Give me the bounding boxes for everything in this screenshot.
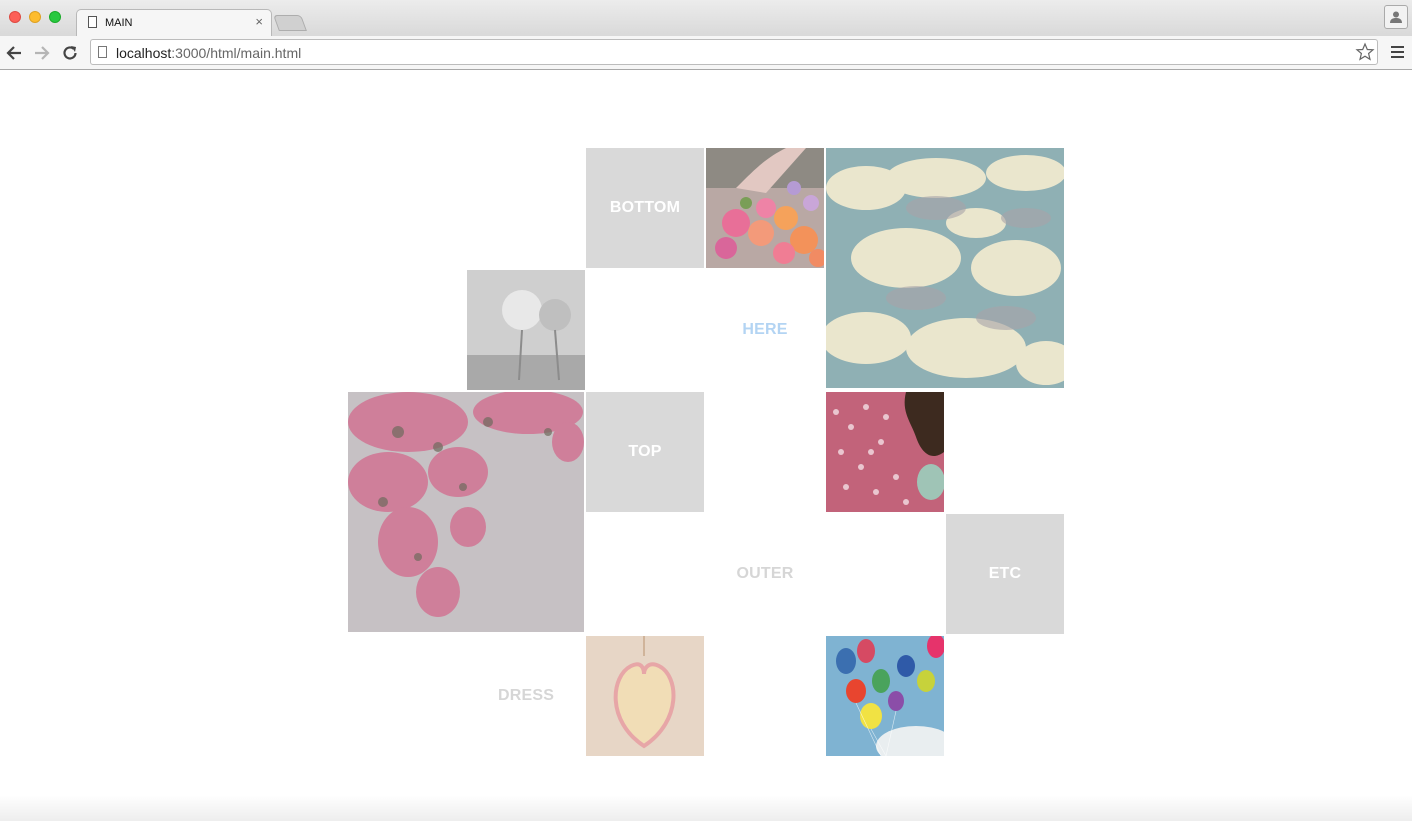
forward-arrow-icon[interactable] <box>32 43 52 63</box>
hand-with-flowers-photo <box>706 148 824 268</box>
page-icon <box>88 16 97 28</box>
tab-title: MAIN <box>105 17 133 29</box>
browser-tab[interactable]: MAIN × <box>76 9 272 36</box>
balloons-photo[interactable] <box>826 636 944 756</box>
new-tab-button[interactable] <box>273 15 307 31</box>
url-text[interactable]: localhost:3000/html/main.html <box>116 45 301 61</box>
top-label: TOP <box>628 443 662 460</box>
blossom-photo[interactable] <box>348 392 584 632</box>
browser-titlebar: MAIN × <box>0 0 1412 36</box>
window-close-button[interactable] <box>9 11 21 23</box>
menu-icon[interactable] <box>1391 46 1404 61</box>
flowers-photo[interactable] <box>706 148 824 268</box>
profile-button[interactable] <box>1384 5 1408 29</box>
dandelion-photo[interactable] <box>467 270 585 390</box>
browser-toolbar: localhost:3000/html/main.html <box>0 36 1412 70</box>
url-host: localhost <box>116 45 172 61</box>
tab-close-icon[interactable]: × <box>255 15 263 29</box>
back-arrow-icon[interactable] <box>4 43 24 63</box>
address-bar[interactable]: localhost:3000/html/main.html <box>90 39 1378 65</box>
etc-tile[interactable]: ETC <box>946 514 1064 634</box>
dress-label: DRESS <box>497 687 555 704</box>
pink-blossom-photo <box>348 392 584 632</box>
bottom-tile[interactable]: BOTTOM <box>586 148 704 268</box>
bottom-label: BOTTOM <box>609 199 681 216</box>
cookie-photo[interactable] <box>586 636 704 756</box>
window-minimize-button[interactable] <box>29 11 41 23</box>
page-icon <box>98 46 107 58</box>
person-icon <box>1390 11 1402 23</box>
clouds-photo[interactable] <box>826 148 1064 388</box>
balloons-sky-photo <box>826 636 944 756</box>
window-bottom-shadow <box>0 795 1412 821</box>
dress-tile[interactable]: DRESS <box>467 636 585 756</box>
here-tile[interactable]: HERE <box>706 270 824 390</box>
heart-cookie-photo <box>586 636 704 756</box>
etc-label: ETC <box>988 565 1022 582</box>
bookmark-star-icon[interactable] <box>1355 42 1375 62</box>
here-label: HERE <box>742 321 788 338</box>
sky-clouds-photo <box>826 148 1064 388</box>
outer-tile[interactable]: OUTER <box>706 514 824 634</box>
dandelion-photo <box>467 270 585 390</box>
beads-photo[interactable] <box>826 392 944 512</box>
outer-label: OUTER <box>736 565 794 582</box>
window-maximize-button[interactable] <box>49 11 61 23</box>
top-tile[interactable]: TOP <box>586 392 704 512</box>
hand-beads-photo <box>826 392 944 512</box>
url-path: :3000/html/main.html <box>171 45 302 61</box>
reload-icon[interactable] <box>60 43 80 63</box>
